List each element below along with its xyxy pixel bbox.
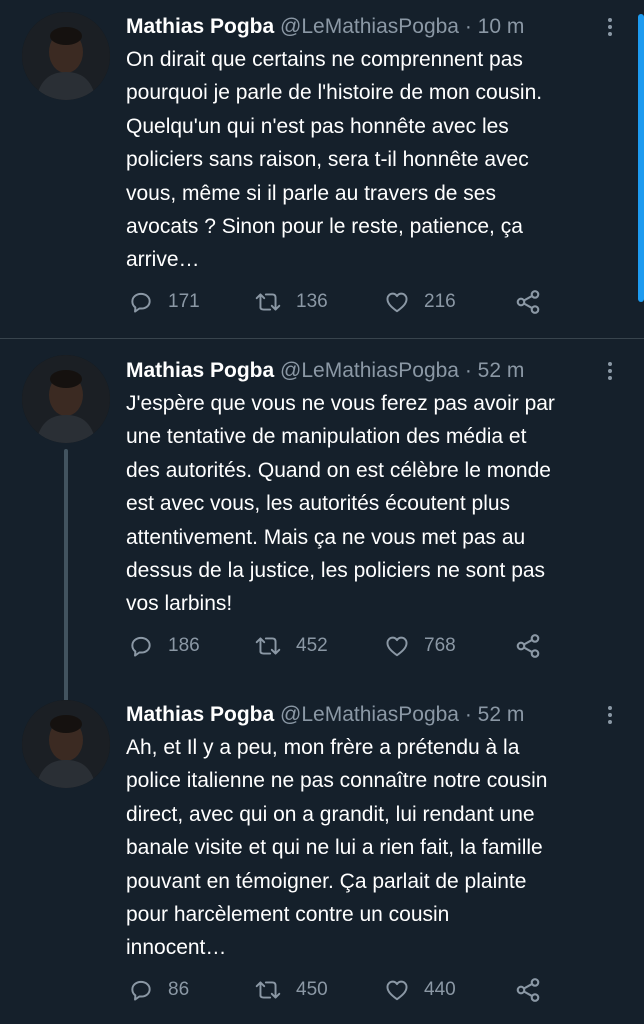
retweet-icon (254, 977, 282, 1003)
timestamp[interactable]: · 10 m (465, 15, 525, 38)
tweet-header: Mathias Pogba @LeMathiasPogba · 10 m (126, 10, 524, 44)
like-count: 768 (424, 635, 456, 656)
user-handle[interactable]: @LeMathiasPogba (280, 359, 459, 382)
avatar[interactable] (22, 700, 110, 788)
retweet-count: 452 (296, 635, 328, 656)
share-icon (514, 976, 542, 1004)
tweet-header: Mathias Pogba @LeMathiasPogba · 52 m (126, 698, 524, 732)
retweet-button[interactable]: 136 (254, 286, 328, 318)
like-button[interactable]: 440 (384, 974, 456, 1006)
tweet-header: Mathias Pogba @LeMathiasPogba · 52 m (126, 354, 524, 388)
reply-button[interactable]: 171 (128, 286, 200, 318)
reply-button[interactable]: 86 (128, 974, 189, 1006)
reply-count: 86 (168, 979, 190, 1000)
tweet[interactable]: Mathias Pogba @LeMathiasPogba · 10 m On … (0, 0, 644, 338)
tweet[interactable]: Mathias Pogba @LeMathiasPogba · 52 m J'e… (0, 339, 644, 709)
thread-connector (64, 449, 68, 709)
retweet-button[interactable]: 450 (254, 974, 328, 1006)
reply-icon (128, 289, 154, 315)
like-button[interactable]: 216 (384, 286, 456, 318)
retweet-count: 450 (296, 979, 328, 1000)
retweet-icon (254, 289, 282, 315)
timestamp[interactable]: · 52 m (465, 359, 525, 382)
heart-icon (384, 977, 410, 1003)
reply-icon (128, 977, 154, 1003)
heart-icon (384, 289, 410, 315)
more-options-button[interactable] (600, 354, 620, 388)
reply-count: 186 (168, 635, 200, 656)
display-name[interactable]: Mathias Pogba (126, 359, 274, 382)
like-count: 440 (424, 979, 456, 1000)
timestamp[interactable]: · 52 m (465, 703, 525, 726)
like-button[interactable]: 768 (384, 630, 456, 662)
avatar[interactable] (22, 355, 110, 443)
tweet-text: On dirait que certains ne comprennent pa… (126, 48, 543, 272)
tweet-actions: 186 452 768 (126, 630, 626, 662)
share-icon (514, 288, 542, 316)
share-button[interactable] (514, 286, 542, 318)
retweet-icon (254, 633, 282, 659)
retweet-count: 136 (296, 291, 328, 312)
share-icon (514, 632, 542, 660)
avatar[interactable] (22, 12, 110, 100)
reply-icon (128, 633, 154, 659)
retweet-button[interactable]: 452 (254, 630, 328, 662)
tweet[interactable]: Mathias Pogba @LeMathiasPogba · 52 m Ah,… (0, 684, 644, 1024)
share-button[interactable] (514, 974, 542, 1006)
reply-button[interactable]: 186 (128, 630, 200, 662)
share-button[interactable] (514, 630, 542, 662)
heart-icon (384, 633, 410, 659)
display-name[interactable]: Mathias Pogba (126, 15, 274, 38)
more-options-button[interactable] (600, 698, 620, 732)
tweet-text: Ah, et Il y a peu, mon frère a prétendu … (126, 736, 548, 960)
like-count: 216 (424, 291, 456, 312)
more-options-button[interactable] (600, 10, 620, 44)
reply-count: 171 (168, 291, 200, 312)
display-name[interactable]: Mathias Pogba (126, 703, 274, 726)
tweet-text: J'espère que vous ne vous ferez pas avoi… (126, 392, 555, 616)
user-handle[interactable]: @LeMathiasPogba (280, 15, 459, 38)
tweet-actions: 171 136 216 (126, 286, 626, 318)
tweet-actions: 86 450 440 (126, 974, 626, 1006)
user-handle[interactable]: @LeMathiasPogba (280, 703, 459, 726)
